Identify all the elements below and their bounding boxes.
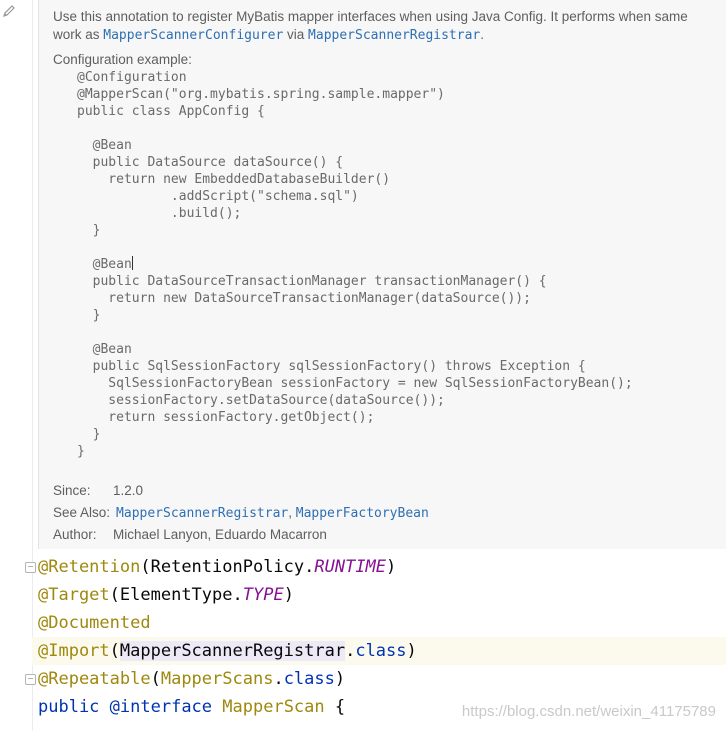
paren-open: ( [109, 585, 120, 605]
dot: . [273, 669, 284, 689]
doc-description-end: . [480, 27, 484, 42]
keyword-interface: @interface [109, 697, 213, 717]
annotation-retention: @Retention [38, 557, 141, 577]
config-example-code: @Configuration @MapperScan("org.mybatis.… [77, 69, 633, 460]
dot: . [345, 641, 356, 661]
link-mapper-scanner-registrar[interactable]: MapperScannerRegistrar [308, 28, 480, 43]
code-line-retention[interactable]: @Retention(RetentionPolicy.RUNTIME) [38, 553, 726, 581]
editor-gutter: − − [0, 0, 36, 731]
annotation-repeatable: @Repeatable [38, 669, 151, 689]
link-see-also-factory-bean[interactable]: MapperFactoryBean [296, 506, 429, 521]
type-mapper-scans: MapperScans [160, 669, 274, 689]
since-row: Since: 1.2.0 [53, 483, 143, 498]
config-example-label: Configuration example: [53, 52, 192, 67]
annotation-target: @Target [38, 585, 110, 605]
code-line-import[interactable]: @Import(MapperScannerRegistrar.class) [32, 637, 726, 665]
text-caret [131, 256, 133, 270]
code-example-part2: public DataSourceTransactionManager tran… [77, 274, 633, 459]
since-label: Since: [53, 483, 91, 498]
paren-close: ) [283, 585, 294, 605]
const-type: TYPE [242, 585, 284, 605]
interface-name: MapperScan [222, 697, 325, 717]
paren-open: ( [109, 641, 120, 661]
link-see-also-registrar[interactable]: MapperScannerRegistrar [116, 506, 288, 521]
author-row: Author: Michael Lanyon, Eduardo Macarron [53, 527, 327, 542]
see-also-separator: , [288, 505, 296, 520]
doc-description: Use this annotation to register MyBatis … [53, 8, 693, 45]
annotation-documented: @Documented [38, 613, 151, 633]
code-example-part1: @Configuration @MapperScan("org.mybatis.… [77, 70, 445, 272]
paren-close: ) [334, 669, 346, 689]
type-mapper-scanner-registrar: MapperScannerRegistrar [119, 641, 346, 661]
paren-close: ) [386, 557, 397, 577]
fold-icon[interactable]: − [25, 562, 36, 573]
paren-open: ( [150, 669, 161, 689]
link-mapper-scanner-configurer[interactable]: MapperScannerConfigurer [103, 28, 283, 43]
type-element-type: ElementType. [119, 585, 243, 605]
see-also-label: See Also: [53, 505, 111, 520]
keyword-public: public [38, 697, 100, 717]
source-code[interactable]: @Retention(RetentionPolicy.RUNTIME) @Tar… [32, 553, 726, 721]
code-line-repeatable[interactable]: @Repeatable(MapperScans.class) [38, 665, 726, 693]
brace-open: { [334, 697, 346, 717]
pencil-icon[interactable] [2, 4, 16, 18]
watermark: https://blog.csdn.net/weixin_41175789 [461, 703, 716, 720]
code-line-documented[interactable]: @Documented [38, 609, 726, 637]
paren-open: ( [140, 557, 151, 577]
fold-icon[interactable]: − [25, 674, 36, 685]
code-line-target[interactable]: @Target(ElementType.TYPE) [38, 581, 726, 609]
see-also-row: See Also: MapperScannerRegistrar, MapperF… [53, 505, 429, 521]
type-retention-policy: RetentionPolicy. [150, 557, 315, 577]
keyword-class: class [283, 669, 335, 689]
javadoc-panel: Use this annotation to register MyBatis … [38, 0, 726, 549]
author-label: Author: [53, 527, 97, 542]
annotation-import: @Import [38, 641, 110, 661]
author-value: Michael Lanyon, Eduardo Macarron [113, 527, 327, 542]
doc-description-via: via [283, 27, 309, 42]
since-value: 1.2.0 [113, 483, 144, 498]
keyword-class: class [355, 641, 407, 661]
paren-close: ) [406, 641, 417, 661]
const-runtime: RUNTIME [314, 557, 387, 577]
